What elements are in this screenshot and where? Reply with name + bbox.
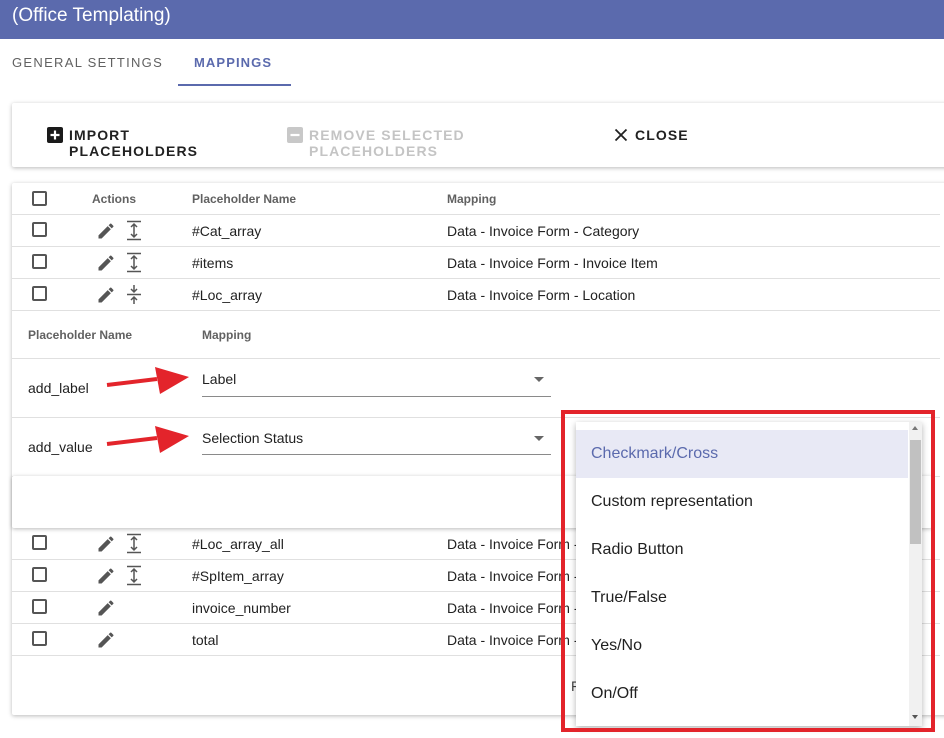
- edit-icon[interactable]: [96, 253, 116, 273]
- edit-icon[interactable]: [96, 221, 116, 241]
- column-header-actions: Actions: [92, 192, 137, 206]
- column-header-placeholder-name: Placeholder Name: [192, 192, 297, 206]
- value-mapping-select[interactable]: Selection Status: [202, 425, 551, 457]
- edit-icon[interactable]: [96, 598, 116, 618]
- placeholder-name-cell: #Loc_array: [192, 287, 263, 303]
- edit-icon[interactable]: [96, 534, 116, 554]
- mapping-cell: Data - Invoice Form -: [447, 536, 579, 552]
- row-checkbox[interactable]: [32, 535, 47, 550]
- close-button[interactable]: CLOSE: [612, 124, 688, 146]
- placeholder-name-cell: #items: [192, 255, 234, 271]
- red-highlight-box: [561, 410, 935, 732]
- mapping-cell: Data - Invoice Form - Invoice Item: [447, 255, 658, 271]
- remove-selected-placeholders-button[interactable]: REMOVE SELECTED PLACEHOLDERS: [286, 124, 582, 159]
- remove-selected-placeholders-label: REMOVE SELECTED PLACEHOLDERS: [309, 127, 465, 159]
- expand-icon[interactable]: [125, 252, 143, 273]
- dropdown-caret-icon: [534, 436, 544, 441]
- sub-header-divider: [12, 358, 940, 359]
- value-mapping-select-value: Selection Status: [202, 430, 304, 446]
- placeholder-name-cell: invoice_number: [192, 600, 291, 616]
- row-checkbox[interactable]: [32, 631, 47, 646]
- red-arrow-icon: [105, 364, 190, 398]
- tab-general-settings[interactable]: GENERAL SETTINGS: [12, 55, 163, 71]
- collapse-icon[interactable]: [125, 284, 143, 305]
- row-checkbox[interactable]: [32, 254, 47, 269]
- page-title: (Office Templating): [12, 5, 171, 26]
- row-checkbox[interactable]: [32, 567, 47, 582]
- expand-icon[interactable]: [125, 533, 143, 554]
- column-header-mapping: Mapping: [447, 192, 497, 206]
- row-checkbox[interactable]: [32, 222, 47, 237]
- select-underline: [202, 454, 551, 455]
- mapping-cell: Data - Invoice Form -: [447, 568, 579, 584]
- row-checkbox[interactable]: [32, 286, 47, 301]
- edit-icon[interactable]: [96, 566, 116, 586]
- edit-icon[interactable]: [96, 630, 116, 650]
- expand-icon[interactable]: [125, 565, 143, 586]
- row-divider: [12, 310, 940, 311]
- red-arrow-icon: [105, 423, 190, 457]
- plus-box-icon: [47, 127, 63, 143]
- mapping-cell: Data - Invoice Form -: [447, 632, 579, 648]
- sub-column-header-placeholder-name: Placeholder Name: [28, 328, 133, 342]
- mapping-cell: Data - Invoice Form -: [447, 600, 579, 616]
- expand-icon[interactable]: [125, 220, 143, 241]
- placeholder-name-cell: #Loc_array_all: [192, 536, 284, 552]
- dropdown-caret-icon: [534, 377, 544, 382]
- close-label: CLOSE: [635, 127, 689, 143]
- import-placeholders-button[interactable]: IMPORT PLACEHOLDERS: [46, 124, 258, 159]
- minus-box-icon: [287, 127, 303, 143]
- tab-mappings[interactable]: MAPPINGS: [194, 55, 272, 71]
- sub-placeholder-name-cell: add_label: [28, 380, 89, 396]
- active-tab-indicator: [178, 84, 291, 86]
- label-mapping-select-value: Label: [202, 371, 237, 387]
- placeholder-name-cell: #Cat_array: [192, 223, 262, 239]
- mapping-cell: Data - Invoice Form - Category: [447, 223, 640, 239]
- row-checkbox[interactable]: [32, 599, 47, 614]
- sub-column-header-mapping: Mapping: [202, 328, 252, 342]
- select-underline: [202, 396, 551, 397]
- edit-icon[interactable]: [96, 285, 116, 305]
- import-placeholders-label: IMPORT PLACEHOLDERS: [69, 127, 199, 159]
- mapping-cell: Data - Invoice Form - Location: [447, 287, 636, 303]
- placeholder-name-cell: total: [192, 632, 219, 648]
- sub-placeholder-name-cell: add_value: [28, 439, 93, 455]
- select-all-checkbox[interactable]: [32, 191, 47, 206]
- label-mapping-select[interactable]: Label: [202, 366, 551, 398]
- close-icon: [613, 127, 629, 143]
- placeholder-name-cell: #SpItem_array: [192, 568, 284, 584]
